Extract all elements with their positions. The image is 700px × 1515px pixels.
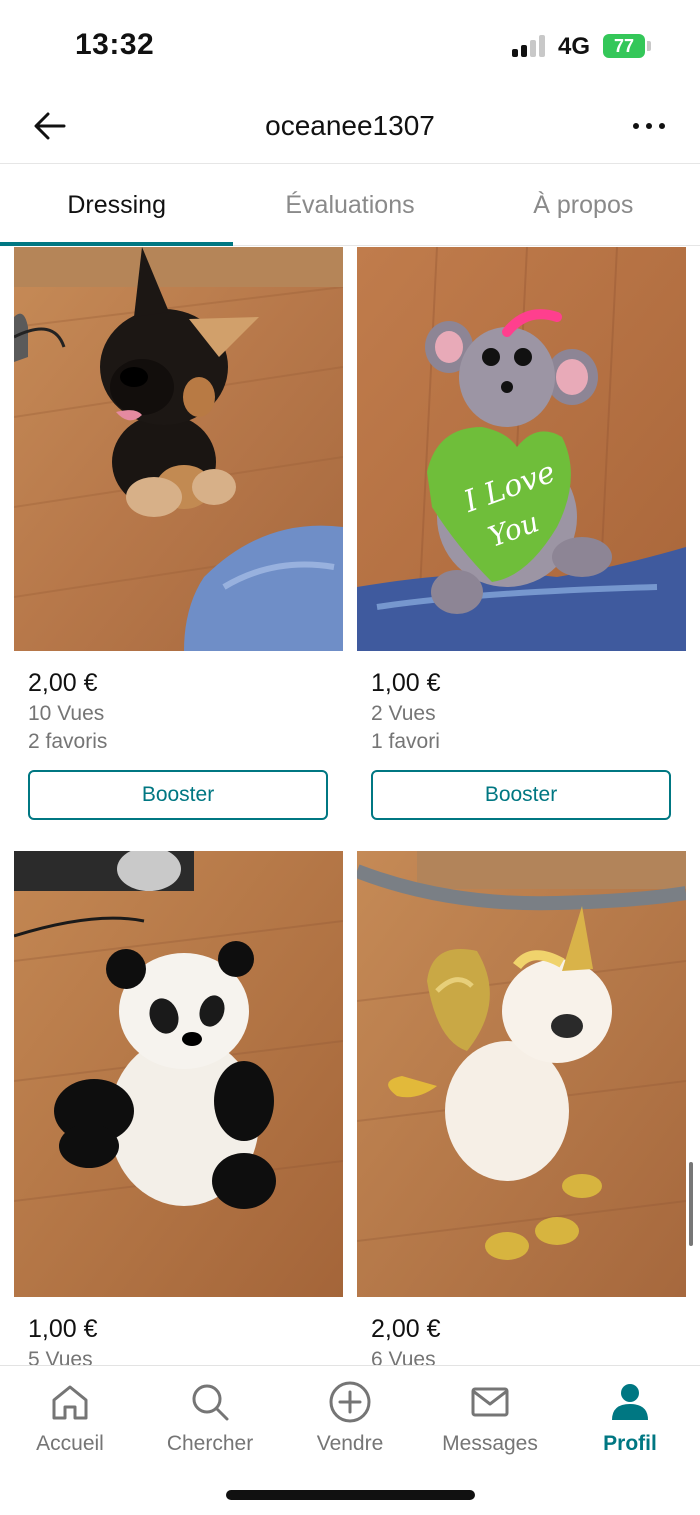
mouse-plush-image: I Love You — [357, 247, 686, 651]
plus-circle-icon — [329, 1381, 371, 1423]
nav-label: Messages — [442, 1432, 538, 1455]
item-views: 5 Vues — [28, 1348, 93, 1365]
item-price: 2,00 € — [371, 1315, 441, 1343]
nav-label: Vendre — [316, 1432, 384, 1455]
nav-label: Profil — [603, 1432, 657, 1455]
nav-chercher[interactable]: Chercher — [140, 1378, 280, 1456]
home-icon — [52, 1385, 88, 1420]
item-card[interactable]: 2,00 € 10 Vues 2 favoris Booster — [14, 247, 343, 820]
scroll-indicator[interactable] — [689, 1162, 693, 1246]
item-photo-unicorn[interactable] — [357, 851, 686, 1297]
item-views: 6 Vues — [371, 1348, 436, 1365]
item-views: 2 Vues — [371, 702, 436, 725]
page-title: oceanee1307 — [265, 110, 435, 141]
status-time: 13:32 — [75, 28, 155, 61]
nav-profil[interactable]: Profil — [560, 1378, 700, 1456]
item-favorites: 1 favori — [371, 730, 440, 753]
tab-a-propos[interactable]: À propos — [467, 164, 700, 245]
item-price: 1,00 € — [28, 1315, 98, 1343]
dot-icon — [633, 123, 639, 129]
item-photo-dog[interactable] — [14, 247, 343, 651]
booster-button[interactable]: Booster — [371, 770, 671, 820]
tab-evaluations[interactable]: Évaluations — [233, 164, 466, 245]
item-photo-mouse[interactable]: I Love You — [357, 247, 686, 651]
profile-tabs: Dressing Évaluations À propos — [0, 164, 700, 246]
battery-level: 77 — [613, 36, 635, 56]
tab-dressing[interactable]: Dressing — [0, 164, 234, 246]
nav-messages[interactable]: Messages — [420, 1378, 560, 1456]
item-price: 2,00 € — [28, 669, 98, 697]
nav-accueil[interactable]: Accueil — [0, 1378, 140, 1456]
mail-icon — [471, 1387, 509, 1417]
nav-label: Accueil — [36, 1432, 104, 1455]
item-card[interactable]: I Love You 1,00 € 2 Vues 1 favori Booste… — [357, 247, 686, 820]
status-bar: 13:32 4G 77 — [0, 0, 700, 90]
dressing-content: 2,00 € 10 Vues 2 favoris Booster I Love … — [0, 247, 700, 1365]
dog-plush-image — [14, 247, 343, 651]
profile-icon — [612, 1384, 648, 1420]
item-card[interactable]: 1,00 € 5 Vues — [14, 851, 343, 1365]
dot-icon — [646, 123, 652, 129]
signal-icon — [512, 35, 548, 57]
nav-vendre[interactable]: Vendre — [280, 1378, 420, 1456]
battery-nub — [647, 41, 651, 51]
unicorn-plush-image — [357, 851, 686, 1297]
home-indicator[interactable] — [226, 1490, 475, 1500]
battery-icon: 77 — [603, 34, 645, 58]
search-icon — [192, 1384, 229, 1421]
panda-plush-image — [14, 851, 343, 1297]
item-price: 1,00 € — [371, 669, 441, 697]
nav-label: Chercher — [166, 1432, 254, 1455]
item-photo-panda[interactable] — [14, 851, 343, 1297]
booster-button[interactable]: Booster — [28, 770, 328, 820]
item-favorites: 2 favoris — [28, 730, 108, 753]
dot-icon — [659, 123, 665, 129]
item-views: 10 Vues — [28, 702, 105, 725]
profile-header: oceanee1307 — [0, 90, 700, 164]
network-type: 4G — [558, 33, 591, 60]
item-card[interactable]: 2,00 € 6 Vues — [357, 851, 686, 1365]
more-options-button[interactable] — [624, 104, 674, 148]
